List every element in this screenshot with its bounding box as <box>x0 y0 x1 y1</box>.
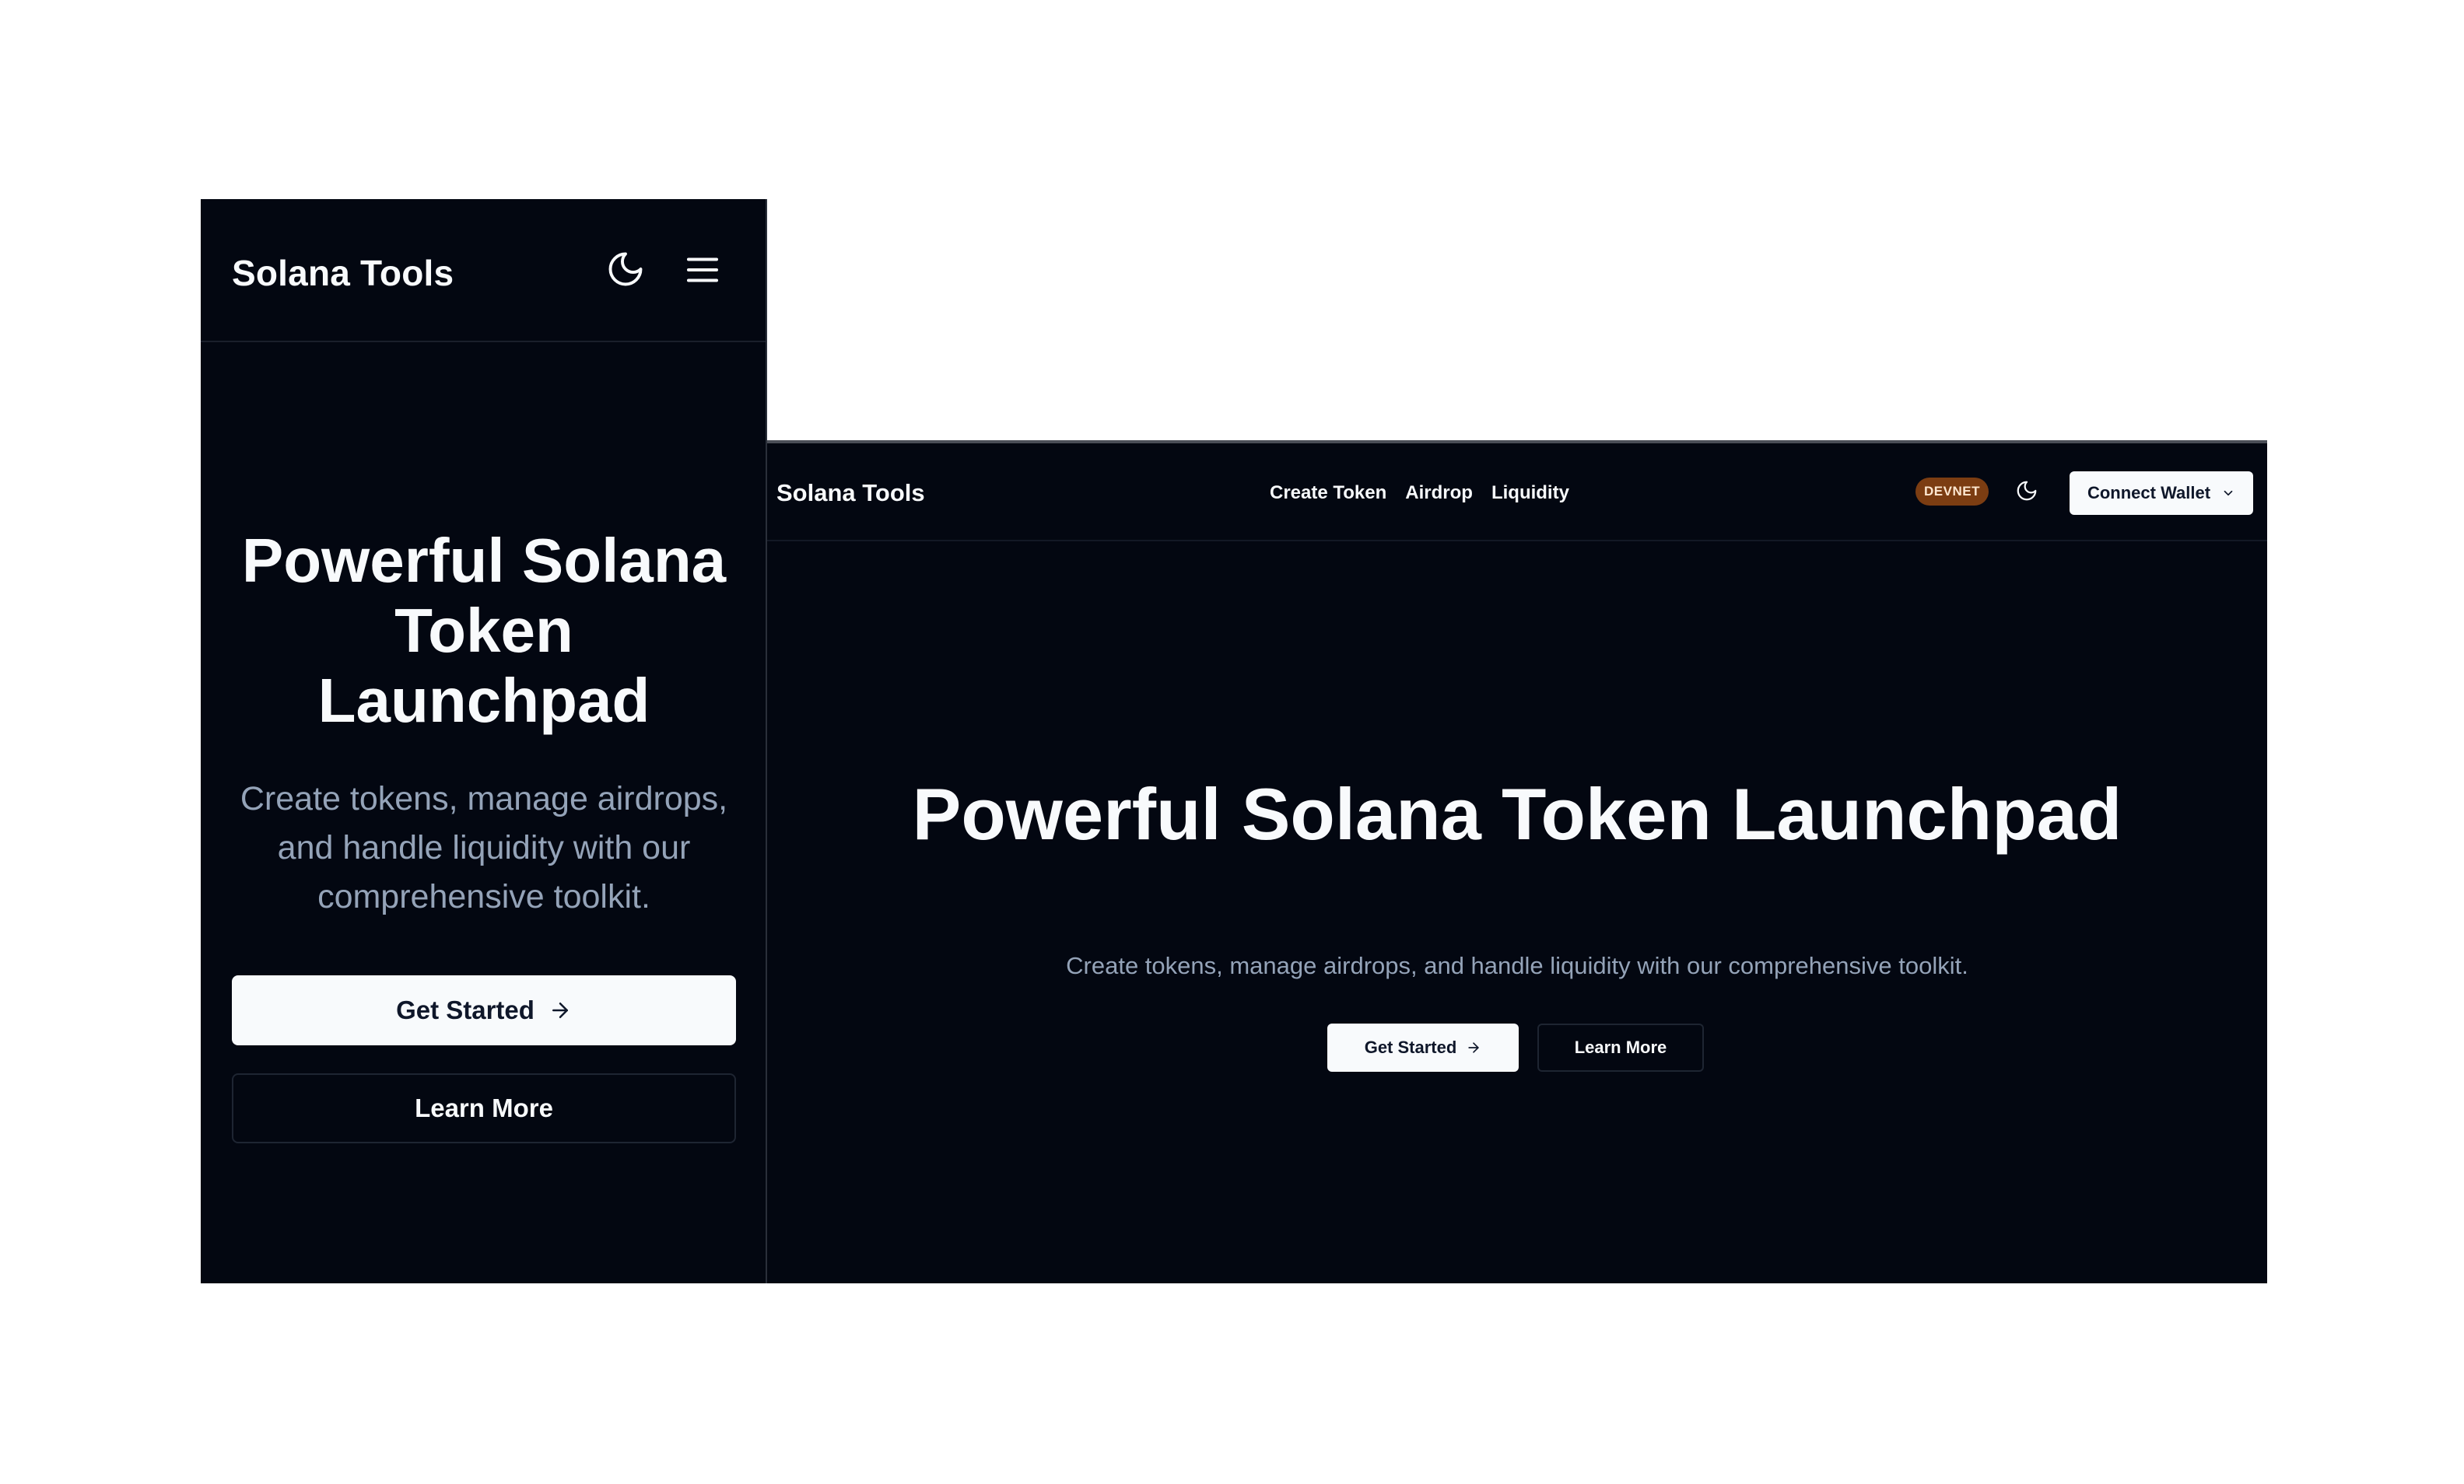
arrow-right-icon <box>1466 1040 1481 1055</box>
hero-title: Powerful Solana Token Launchpad <box>241 526 727 735</box>
mobile-viewport: Solana Tools Powerful Solana Token Launc… <box>201 199 767 1283</box>
brand-logo[interactable]: Solana Tools <box>776 479 925 507</box>
learn-more-label: Learn More <box>415 1094 553 1122</box>
get-started-button[interactable]: Get Started <box>1327 1024 1519 1072</box>
network-badge: DEVNET <box>1915 478 1989 506</box>
moon-icon[interactable] <box>2015 479 2038 502</box>
get-started-label: Get Started <box>1364 1038 1457 1057</box>
desktop-viewport: Solana Tools Create Token Airdrop Liquid… <box>767 440 2267 1283</box>
brand-logo[interactable]: Solana Tools <box>232 252 454 294</box>
connect-wallet-button[interactable]: Connect Wallet <box>2070 471 2253 515</box>
mobile-header: Solana Tools <box>201 199 766 342</box>
nav-create-token[interactable]: Create Token <box>1270 482 1386 504</box>
hero-title: Powerful Solana Token Launchpad <box>912 773 2122 855</box>
desktop-header: Solana Tools Create Token Airdrop Liquid… <box>767 443 2267 541</box>
nav-airdrop[interactable]: Airdrop <box>1405 482 1473 504</box>
arrow-right-icon <box>549 999 572 1022</box>
get-started-label: Get Started <box>396 996 535 1024</box>
chevron-down-icon <box>2221 486 2235 500</box>
moon-icon[interactable] <box>605 249 646 289</box>
connect-wallet-label: Connect Wallet <box>2087 483 2211 502</box>
hamburger-menu-icon[interactable] <box>682 249 724 291</box>
main-nav: Create Token Airdrop Liquidity <box>1270 482 1569 504</box>
get-started-button[interactable]: Get Started <box>232 975 736 1045</box>
hero-subtitle: Create tokens, manage airdrops, and hand… <box>1066 952 1968 979</box>
nav-liquidity[interactable]: Liquidity <box>1491 482 1569 504</box>
learn-more-button[interactable]: Learn More <box>1537 1024 1704 1072</box>
learn-more-button[interactable]: Learn More <box>232 1073 736 1143</box>
hero-subtitle: Create tokens, manage airdrops, and hand… <box>240 780 728 915</box>
learn-more-label: Learn More <box>1574 1038 1667 1057</box>
